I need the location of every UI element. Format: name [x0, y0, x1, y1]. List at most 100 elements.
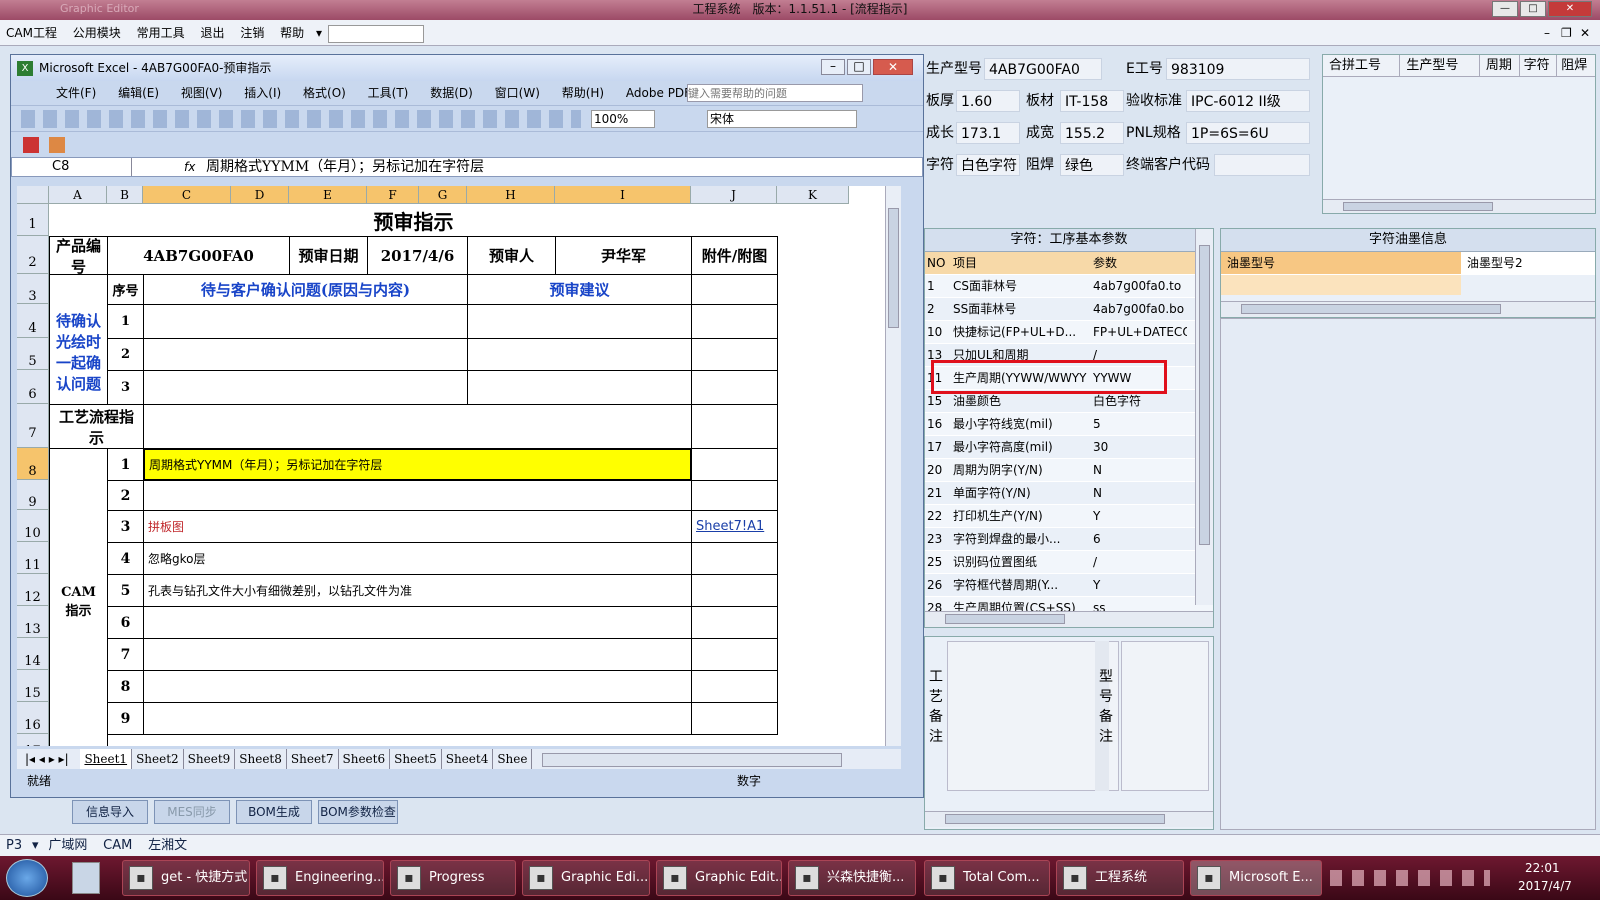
- standard-field[interactable]: IPC-6012 II级: [1186, 90, 1310, 112]
- params-row[interactable]: 21 单面字符(Y/N) N: [925, 482, 1213, 505]
- reviewer-value[interactable]: 尹华军: [555, 236, 692, 275]
- row-header-15[interactable]: 15: [17, 670, 49, 702]
- bom-generate-button[interactable]: BOM生成: [236, 800, 312, 824]
- row-header-11[interactable]: 11: [17, 542, 49, 574]
- sheet-tab-sheet8[interactable]: Sheet8: [235, 749, 287, 769]
- bom-check-button[interactable]: BOM参数检查: [318, 800, 398, 824]
- row-header-17[interactable]: 17: [17, 734, 49, 746]
- help-search-input[interactable]: [687, 84, 863, 102]
- model-remark-field[interactable]: [1121, 641, 1209, 791]
- ink-row[interactable]: [1221, 275, 1461, 295]
- params-row[interactable]: 26 字符框代替周期(Y... Y: [925, 574, 1213, 597]
- model-field[interactable]: 4AB7G00FA0: [984, 58, 1102, 80]
- excel-min-button[interactable]: –: [821, 59, 845, 75]
- attach-cell[interactable]: [691, 274, 778, 305]
- merge-hscroll[interactable]: [1323, 199, 1595, 213]
- row-header-10[interactable]: 10: [17, 510, 49, 542]
- chevron-down-icon[interactable]: ▾: [314, 20, 324, 46]
- excel-menu-tools[interactable]: 工具(T): [359, 81, 418, 105]
- menu-help[interactable]: 帮助: [274, 20, 310, 46]
- thickness-field[interactable]: 1.60: [956, 90, 1020, 112]
- status-code[interactable]: P3: [0, 835, 28, 857]
- name-box[interactable]: C8: [12, 158, 132, 176]
- col-header-i[interactable]: I: [555, 186, 691, 204]
- attach-cell[interactable]: [691, 606, 778, 639]
- fx-icon[interactable]: fx: [184, 158, 195, 176]
- params-row[interactable]: 10 快捷标记(FP+UL+D... FP+UL+DATECODE: [925, 321, 1213, 344]
- params-row[interactable]: 17 最小字符高度(mil) 30: [925, 436, 1213, 459]
- taskbar-item[interactable]: ▪ Microsoft E...: [1190, 860, 1322, 896]
- col-header-k[interactable]: K: [777, 186, 849, 204]
- attach-cell[interactable]: [691, 304, 778, 339]
- attach-cell[interactable]: [691, 638, 778, 671]
- row-header-5[interactable]: 5: [17, 338, 49, 370]
- sheet-tab-sheet6[interactable]: Sheet6: [339, 749, 391, 769]
- char-field[interactable]: 白色字符: [956, 154, 1020, 176]
- params-row[interactable]: 2 SS面菲林号 4ab7g00fa0.bo: [925, 298, 1213, 321]
- cam-instruction-cell[interactable]: 周期格式YYMM（年月）；另标记加在字符层: [143, 448, 692, 481]
- ink-col-2[interactable]: 油墨型号2: [1461, 252, 1595, 274]
- cam-instruction-cell[interactable]: 孔表与钻孔文件大小有细微差别，以钻孔文件为准: [143, 574, 692, 607]
- menu-common-tools[interactable]: 常用工具: [131, 20, 191, 46]
- excel-menu-insert[interactable]: 插入(I): [235, 81, 290, 105]
- col-header-h[interactable]: H: [467, 186, 555, 204]
- sheet-link[interactable]: Sheet7!A1: [691, 510, 778, 543]
- sheet-tab-sheet2[interactable]: Sheet2: [132, 749, 184, 769]
- attach-cell[interactable]: [691, 404, 778, 449]
- col-header-f[interactable]: F: [367, 186, 419, 204]
- info-import-button[interactable]: 信息导入: [72, 800, 148, 824]
- confirm-cell[interactable]: [143, 304, 468, 339]
- sheet-tab-sheet7[interactable]: Sheet7: [287, 749, 339, 769]
- col-header-d[interactable]: D: [231, 186, 289, 204]
- sheet-tab-sheet5[interactable]: Sheet5: [390, 749, 442, 769]
- taskbar-item[interactable]: ▪ Total Com...: [924, 860, 1050, 896]
- excel-close-button[interactable]: ✕: [873, 59, 913, 75]
- col-header-c[interactable]: C: [143, 186, 231, 204]
- sheet-tab-sheet4[interactable]: Sheet4: [442, 749, 494, 769]
- taskbar-item[interactable]: ▪ 工程系统: [1056, 860, 1184, 896]
- sheet-tab-sheet1[interactable]: Sheet1: [80, 749, 133, 769]
- grid-vscroll[interactable]: [885, 186, 901, 746]
- minimize-button[interactable]: —: [1492, 1, 1518, 17]
- taskbar-pinned-icon[interactable]: [72, 862, 100, 894]
- taskbar-item[interactable]: ▪ Graphic Edi...: [522, 860, 650, 896]
- tab-nav-icons[interactable]: |◂ ◂ ▸ ▸|: [17, 749, 77, 769]
- menu-exit[interactable]: 退出: [194, 20, 230, 46]
- attach-cell[interactable]: [691, 480, 778, 511]
- process-cell[interactable]: [143, 404, 692, 449]
- merge-col-mask[interactable]: 阻焊: [1557, 55, 1595, 76]
- cam-instruction-cell[interactable]: [143, 670, 692, 703]
- product-value[interactable]: 4AB7G00FA0: [107, 236, 290, 275]
- taskbar-item[interactable]: ▪ get - 快捷方式: [122, 860, 250, 896]
- cam-instruction-cell[interactable]: [143, 638, 692, 671]
- confirm-cell[interactable]: [143, 370, 468, 405]
- excel-menu-view[interactable]: 视图(V): [172, 81, 232, 105]
- taskbar-item[interactable]: ▪ Engineering...: [256, 860, 384, 896]
- process-remark-field[interactable]: [947, 641, 1119, 791]
- excel-menu-format[interactable]: 格式(O): [294, 81, 355, 105]
- mdi-close-icon[interactable]: ✕: [1574, 20, 1596, 46]
- clock-time[interactable]: 22:01: [1525, 861, 1560, 875]
- params-col-value[interactable]: 参数: [1087, 252, 1187, 274]
- col-header-g[interactable]: G: [419, 186, 467, 204]
- params-col-item[interactable]: 项目: [947, 252, 1087, 274]
- excel-max-button[interactable]: □: [847, 59, 871, 75]
- enduser-field[interactable]: [1214, 154, 1310, 176]
- col-header-b[interactable]: B: [107, 186, 143, 204]
- pdf-mail-icon[interactable]: [49, 137, 65, 153]
- params-row[interactable]: 1 CS面菲林号 4ab7g00fa0.to: [925, 275, 1213, 298]
- sheet-tab-shee[interactable]: Shee: [493, 749, 533, 769]
- row-header-12[interactable]: 12: [17, 574, 49, 606]
- sheet-tab-sheet9[interactable]: Sheet9: [184, 749, 236, 769]
- excel-menu-window[interactable]: 窗口(W): [486, 81, 549, 105]
- row-header-8[interactable]: 8: [17, 448, 49, 480]
- params-row[interactable]: 16 最小字符线宽(mil) 5: [925, 413, 1213, 436]
- menu-cam-project[interactable]: CAM工程: [0, 20, 63, 46]
- attach-cell[interactable]: [691, 670, 778, 703]
- taskbar-item[interactable]: ▪ Progress: [390, 860, 516, 896]
- merge-col-model[interactable]: 生产型号: [1400, 55, 1480, 76]
- zoom-select[interactable]: 100%: [591, 110, 655, 128]
- taskbar-item[interactable]: ▪ 兴森快捷衡...: [788, 860, 916, 896]
- mes-sync-button[interactable]: MES同步: [154, 800, 230, 824]
- width-field[interactable]: 155.2: [1060, 122, 1124, 144]
